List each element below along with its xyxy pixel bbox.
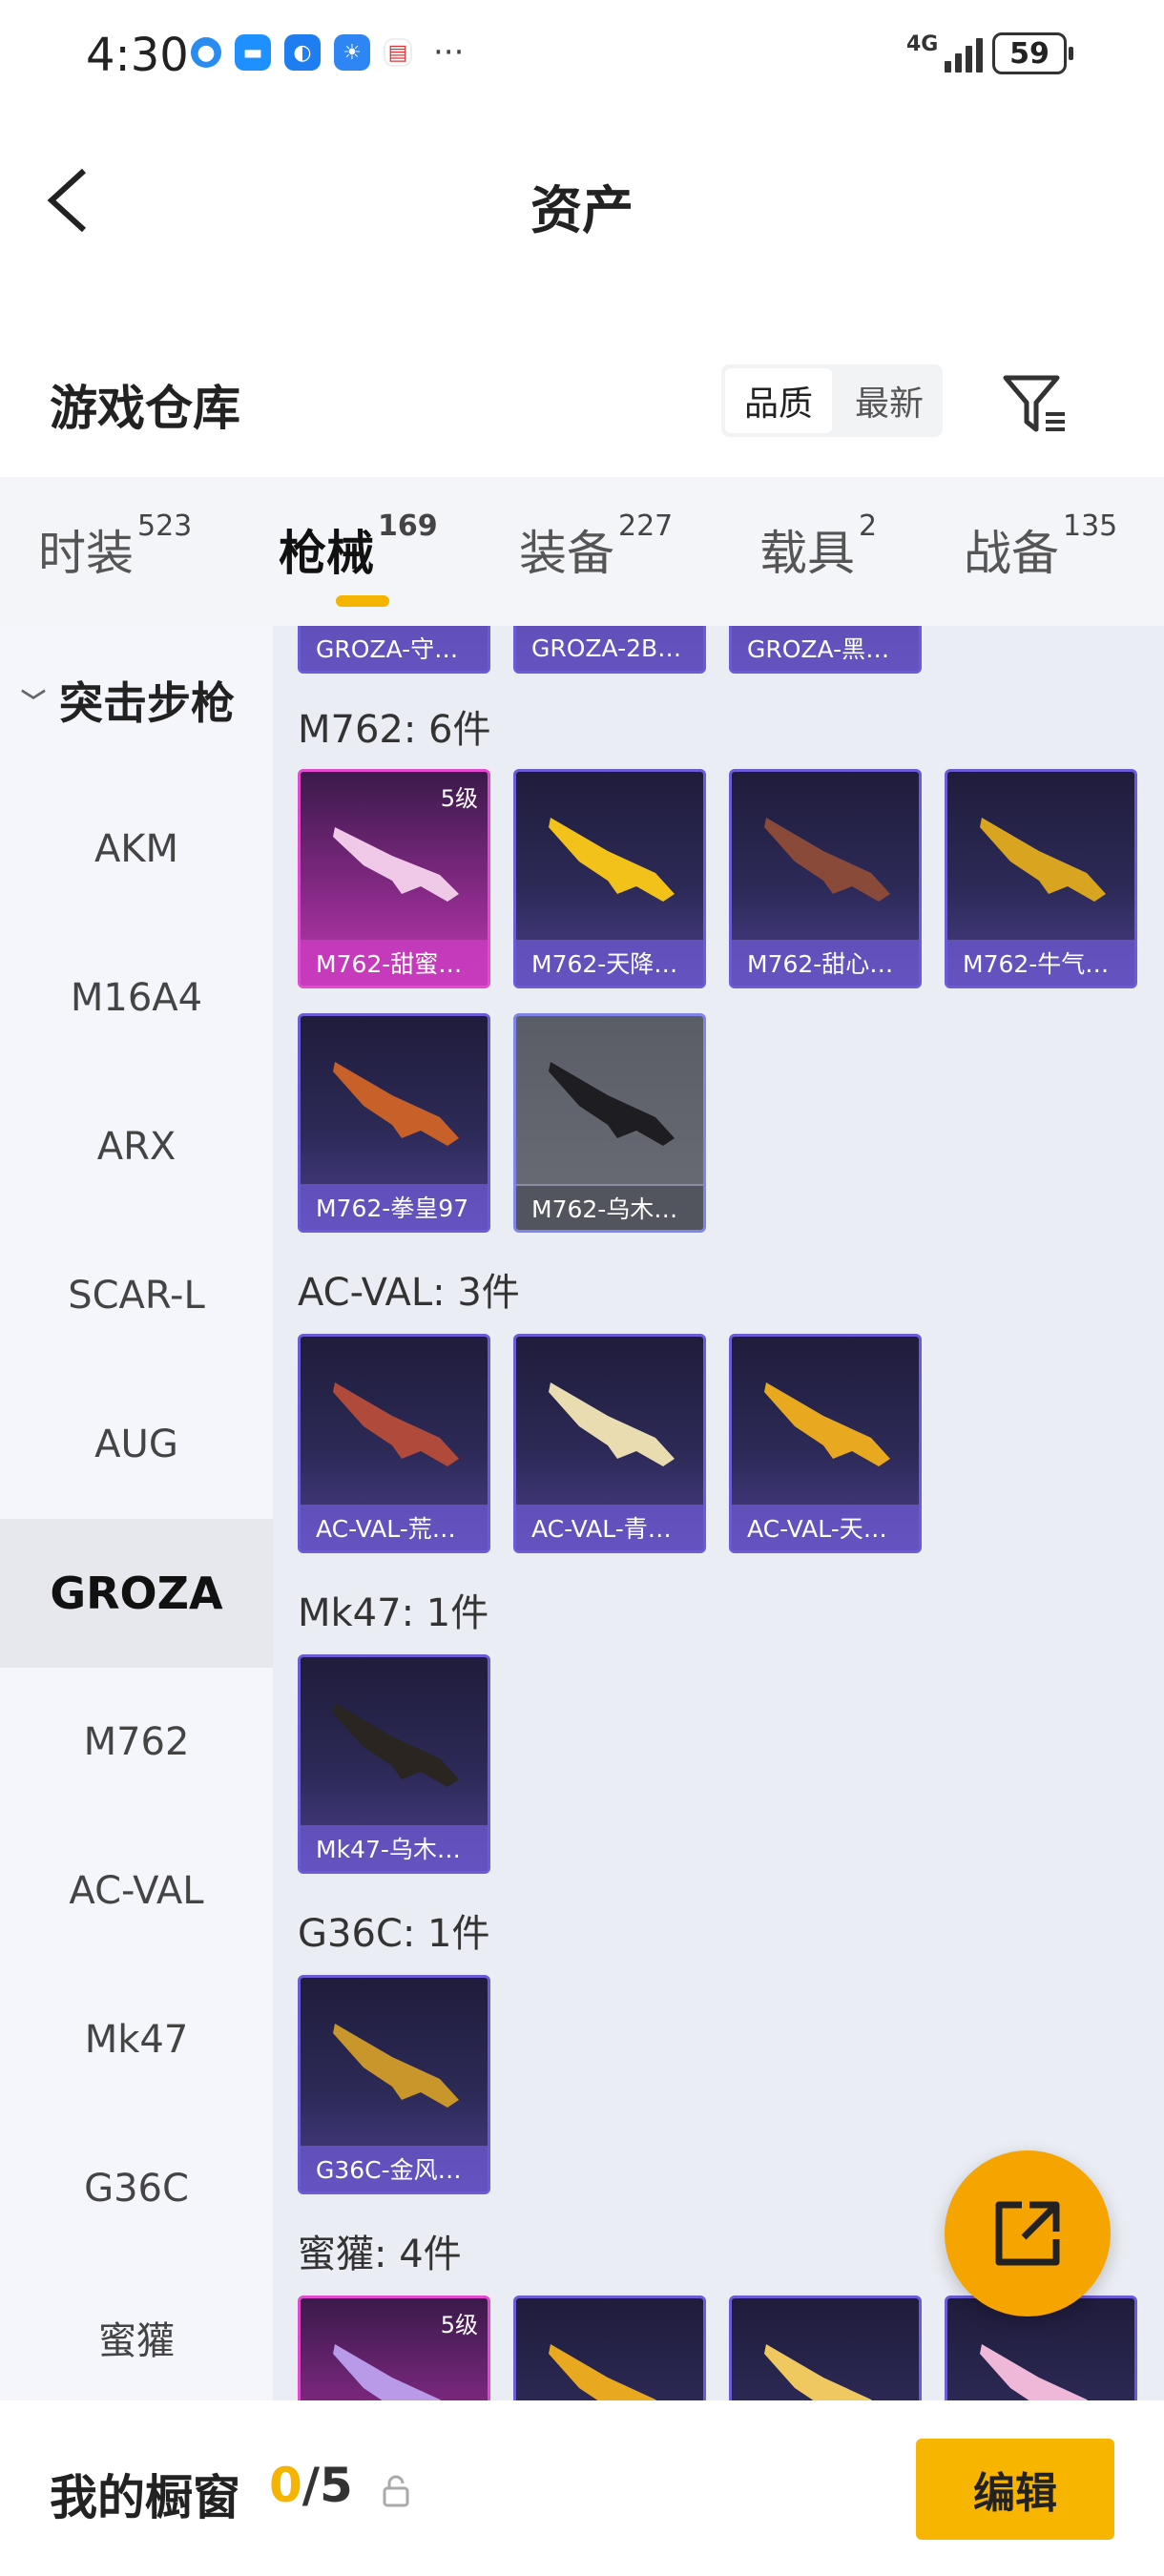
sidebar-item-scar-l[interactable]: SCAR-L: [0, 1221, 273, 1370]
sort-toggle: 品质 最新: [721, 364, 943, 437]
message-icon: ▬: [235, 34, 271, 71]
share-fab[interactable]: [945, 2150, 1111, 2316]
sidebar-item-arx[interactable]: ARX: [0, 1072, 273, 1221]
status-time: 4:30: [86, 29, 189, 82]
tab-guns[interactable]: 枪械 169: [279, 509, 438, 607]
weapon-card[interactable]: AC-VAL-荒…: [298, 1334, 490, 1553]
weapon-card[interactable]: [729, 2296, 922, 2400]
weapon-card[interactable]: M762-拳皇97: [298, 1013, 490, 1233]
globe-icon: ●: [191, 37, 221, 68]
rifle-icon: [764, 1382, 890, 1466]
rifle-icon: [333, 2024, 459, 2108]
sidebar-category-assault-rifle[interactable]: ﹀ 突击步枪: [0, 626, 273, 775]
group-title-ac-val: AC-VAL: 3件: [298, 1271, 520, 1315]
sidebar-item-m16a4[interactable]: M16A4: [0, 924, 273, 1072]
rifle-icon: [333, 2344, 441, 2400]
rifle-icon: [333, 1703, 459, 1787]
weapon-card[interactable]: [513, 2296, 706, 2400]
sidebar-item-groza[interactable]: GROZA: [0, 1519, 273, 1668]
signal-icon: [945, 34, 983, 73]
weapon-card[interactable]: AC-VAL-青…: [513, 1334, 706, 1553]
weapon-card[interactable]: AC-VAL-天…: [729, 1334, 922, 1553]
weapon-card[interactable]: M762-乌木…: [513, 1013, 706, 1233]
rifle-icon: [764, 818, 890, 902]
calendar-icon: ▤: [384, 38, 412, 67]
weapon-card[interactable]: M762-牛气…: [945, 769, 1137, 988]
share-icon: [995, 2201, 1060, 2266]
tab-supplies[interactable]: 战备 135: [964, 509, 1117, 584]
sidebar-item-akm[interactable]: AKM: [0, 775, 273, 924]
more-notifications-icon: ···: [433, 33, 465, 72]
showcase-title: 我的橱窗: [50, 2470, 240, 2525]
rifle-icon: [764, 2344, 872, 2400]
battery-icon: 59: [992, 32, 1073, 74]
sidebar-item-ac-val[interactable]: AC-VAL: [0, 1817, 273, 1965]
rifle-icon: [333, 1062, 459, 1146]
gun-type-sidebar: ﹀ 突击步枪 AKM M16A4 ARX SCAR-L AUG GROZA M76…: [0, 626, 273, 2400]
sort-quality-button[interactable]: 品质: [725, 368, 832, 433]
showcase-count: 0/5: [269, 2458, 353, 2513]
weapon-card[interactable]: M762-天降…: [513, 769, 706, 988]
rifle-icon: [333, 827, 459, 902]
weapon-grid: GROZA-守… GROZA-2B… GROZA-黑… M762: 6件 5级 …: [273, 626, 1164, 2400]
tab-equipment[interactable]: 装备 227: [519, 509, 673, 584]
sidebar-item-g36c[interactable]: G36C: [0, 2114, 273, 2263]
weapon-card[interactable]: Mk47-乌木…: [298, 1654, 490, 1874]
page-title: 资产: [530, 180, 634, 240]
sidebar-item-aug[interactable]: AUG: [0, 1370, 273, 1519]
rifle-icon: [549, 1382, 675, 1466]
nav-bar: 资产: [0, 114, 1164, 286]
weapon-card[interactable]: GROZA-守…: [298, 626, 490, 674]
notification-icons: ● ▬ ◐ ☀ ▤ ···: [191, 34, 464, 71]
weapon-card[interactable]: GROZA-黑…: [729, 626, 922, 674]
weapon-card[interactable]: 5级 M762-甜蜜…: [298, 769, 490, 988]
chevron-down-icon: ﹀: [21, 688, 47, 717]
sort-newest-button[interactable]: 最新: [836, 364, 943, 437]
weather-icon: ☀: [334, 34, 370, 71]
edit-button[interactable]: 编辑: [916, 2439, 1114, 2540]
weapon-card[interactable]: G36C-金风…: [298, 1975, 490, 2194]
rifle-icon: [980, 818, 1106, 902]
sidebar-item-m762[interactable]: M762: [0, 1668, 273, 1817]
group-title-m762: M762: 6件: [298, 708, 491, 752]
category-tabs: 时装 523 枪械 169 装备 227 载具 2 战备 135: [0, 477, 1164, 626]
tab-vehicles[interactable]: 载具 2: [759, 509, 877, 584]
lock-icon: [383, 2475, 409, 2507]
rifle-icon: [549, 1062, 675, 1146]
status-bar: 4:30 ● ▬ ◐ ☀ ▤ ··· 4G 59: [0, 0, 1164, 114]
group-title-g36c: G36C: 1件: [298, 1912, 490, 1956]
group-title-honey-badger: 蜜獾: 4件: [298, 2233, 462, 2276]
tab-fashion[interactable]: 时装 523: [38, 509, 192, 584]
bulb-icon: ◐: [284, 34, 321, 71]
sidebar-item-mk47[interactable]: Mk47: [0, 1965, 273, 2114]
network-type: 4G: [906, 32, 939, 56]
weapon-card[interactable]: 5级: [298, 2296, 490, 2400]
warehouse-title: 游戏仓库: [50, 381, 240, 436]
weapon-card[interactable]: GROZA-2B…: [513, 626, 706, 674]
battery-level: 59: [1009, 36, 1050, 71]
showcase-bar: 我的橱窗 0/5 编辑: [0, 2400, 1164, 2576]
sidebar-item-honey-badger[interactable]: 蜜獾: [0, 2263, 273, 2412]
rifle-icon: [333, 1382, 459, 1466]
rifle-icon: [980, 2344, 1088, 2400]
weapon-card[interactable]: M762-甜心…: [729, 769, 922, 988]
rifle-icon: [549, 818, 675, 902]
rifle-icon: [549, 2344, 656, 2400]
group-title-mk47: Mk47: 1件: [298, 1591, 489, 1635]
filter-icon[interactable]: [1002, 370, 1069, 437]
warehouse-header: 游戏仓库 品质 最新: [0, 286, 1164, 477]
